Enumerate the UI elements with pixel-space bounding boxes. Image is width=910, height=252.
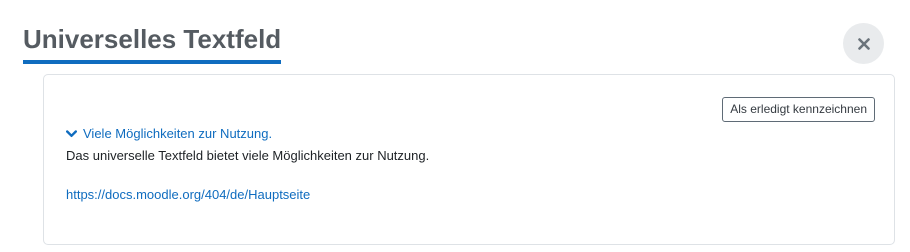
close-button[interactable] xyxy=(843,23,884,64)
close-icon xyxy=(857,37,870,50)
activity-description: Das universelle Textfeld bietet viele Mö… xyxy=(66,148,430,163)
docs-link[interactable]: https://docs.moodle.org/404/de/Hauptseit… xyxy=(66,187,310,202)
page-header: Universelles Textfeld xyxy=(23,22,282,64)
collapsible-toggle[interactable]: Viele Möglichkeiten zur Nutzung. xyxy=(66,126,272,141)
page-title: Universelles Textfeld xyxy=(23,22,282,64)
collapsible-toggle-label: Viele Möglichkeiten zur Nutzung. xyxy=(83,126,273,141)
mark-as-done-button[interactable]: Als erledigt kennzeichnen xyxy=(722,97,875,122)
activity-card: Als erledigt kennzeichnen Viele Möglichk… xyxy=(43,74,895,245)
chevron-down-icon xyxy=(66,129,77,137)
